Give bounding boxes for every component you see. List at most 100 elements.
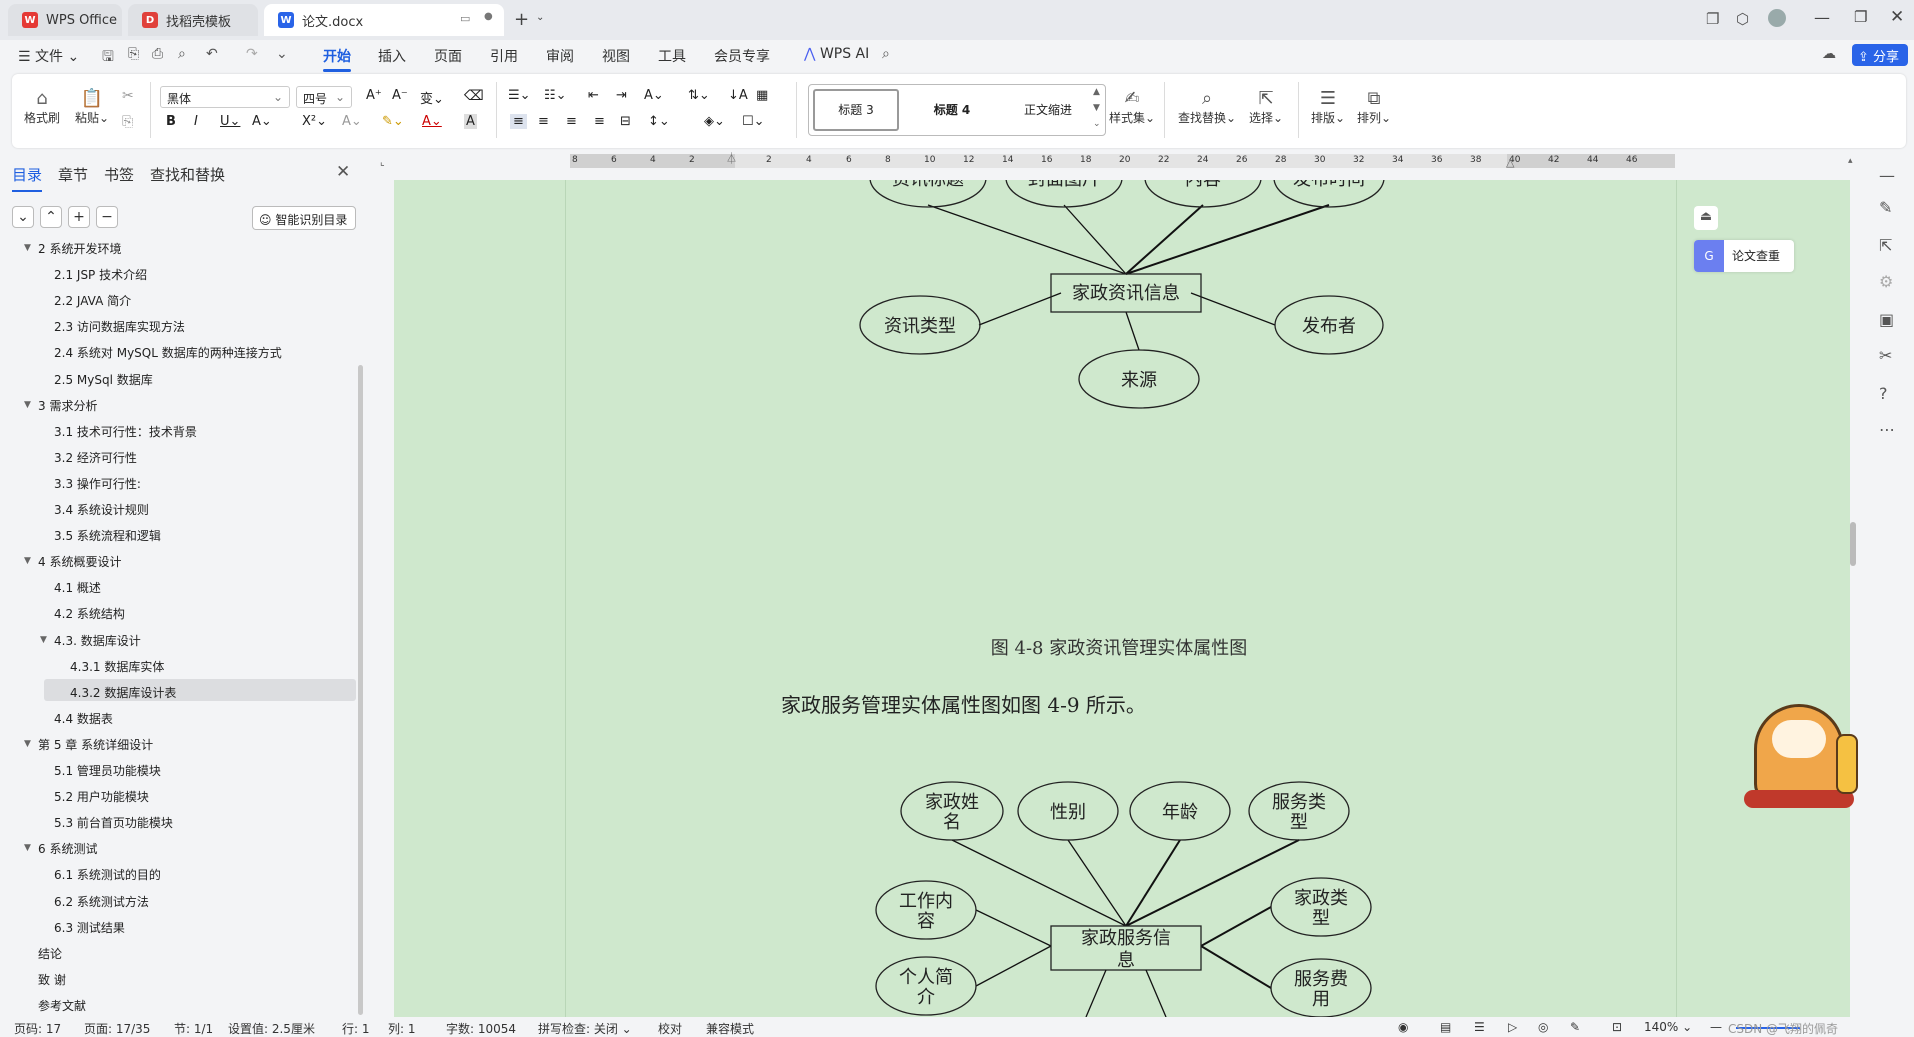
toc-item[interactable]: 6.2 系统测试方法 [54,893,149,910]
shrink-font-icon[interactable]: A⁻ [392,88,408,103]
more-icon[interactable]: ⌄ [276,46,288,62]
doc-scrollbar[interactable] [1850,522,1856,566]
write-icon[interactable]: ✎ [1570,1020,1580,1034]
toc-item[interactable]: 3.5 系统流程和逻辑 [54,527,161,544]
horizontal-ruler[interactable]: 8 6 4 2 2 4 6 8 10 12 14 16 18 20 22 24 26 28 30 32 34 36 38 40… [570,152,1675,169]
style-heading4[interactable]: 标题 4 [909,89,995,131]
toc-expand-icon[interactable]: ▼ [24,843,31,853]
export-icon[interactable]: ⎘ [128,46,139,62]
close-tab-icon[interactable]: ● [484,11,493,22]
paper-check-button[interactable]: G 论文查重 [1694,240,1794,272]
save-icon[interactable]: 🖫 [102,46,114,70]
italic-icon[interactable]: I [194,114,198,129]
status-words[interactable]: 字数: 10054 [446,1020,516,1037]
play-icon[interactable]: ▷ [1508,1020,1517,1034]
status-page[interactable]: 页码: 17 [14,1020,61,1037]
page-view-icon[interactable]: ▤ [1440,1020,1451,1034]
paste-button[interactable]: 📋 粘贴⌄ [74,88,110,126]
arrange-button[interactable]: ⧉ 排列⌄ [1354,88,1394,126]
find-replace-button[interactable]: ⌕ 查找替换⌄ [1176,88,1238,126]
sort-icon[interactable]: ⇅⌄ [688,88,710,103]
monitor-icon[interactable]: ▭ [460,12,470,25]
redo-icon[interactable]: ↷ [246,46,258,62]
menu-tools[interactable]: 工具 [658,46,686,66]
number-list-icon[interactable]: ☷⌄ [544,88,567,103]
toc-item[interactable]: 4.2 系统结构 [54,605,125,622]
toc-item[interactable]: 3 需求分析 [38,397,97,414]
pen-icon[interactable]: ✎ [1879,198,1892,217]
gallery-icon[interactable]: ▣ [1879,310,1894,329]
toc-item[interactable]: 第 5 章 系统详细设计 [38,736,153,753]
status-proof[interactable]: 校对 [658,1020,682,1037]
copy-icon[interactable]: ⎘ [122,114,133,130]
font-size-select[interactable]: 四号 ⌄ [296,86,352,108]
nav-tab-chapters[interactable]: 章节 [58,164,88,185]
toc-item[interactable]: 6 系统测试 [38,840,97,857]
status-spell[interactable]: 拼写检查: 关闭 ⌄ [538,1020,632,1037]
cube-icon[interactable]: ⬡ [1736,10,1749,28]
toc-item[interactable]: 4.3.2 数据库设计表 [70,684,176,701]
align-left-icon[interactable]: ≡ [510,114,527,129]
nav-tab-bookmarks[interactable]: 书签 [104,164,134,185]
toc-item[interactable]: 5.2 用户功能模块 [54,788,149,805]
toc-item[interactable]: 2 系统开发环境 [38,240,121,257]
style-scroll-down-icon[interactable]: ▼ [1093,103,1100,113]
help-icon[interactable]: ? [1879,384,1888,403]
status-pages[interactable]: 页面: 17/35 [84,1020,150,1037]
toc-item[interactable]: 2.3 访问数据库实现方法 [54,318,185,335]
format-painter-button[interactable]: ⌂ 格式刷 [24,88,60,126]
toc-expand-icon[interactable]: ▼ [24,556,31,566]
restore-icon[interactable]: ❐ [1854,8,1867,26]
file-menu[interactable]: ☰ 文件 ⌄ [18,46,79,66]
bold-icon[interactable]: B [166,114,176,129]
chevron-down-icon[interactable]: ⌄ [536,12,544,23]
style-body-indent[interactable]: 正文缩进 [1005,89,1091,131]
sort-az-icon[interactable]: ↓A [728,88,748,103]
cloud-icon[interactable]: ☁ [1822,46,1836,62]
select-button[interactable]: ⇱ 选择⌄ [1244,88,1288,126]
toc-expand-icon[interactable]: ▼ [24,243,31,253]
tiger-mascot[interactable] [1744,694,1862,816]
toc-item[interactable]: 4.4 数据表 [54,710,113,727]
preview-icon[interactable]: ⌕ [178,46,186,62]
status-section[interactable]: 节: 1/1 [174,1020,213,1037]
text-effect-icon[interactable]: A⌄ [342,114,362,129]
underline-icon[interactable]: U⌄ [220,114,240,129]
avatar[interactable] [1768,9,1786,27]
font-color-icon[interactable]: A⌄ [422,114,442,129]
align-right-icon[interactable]: ≡ [566,114,577,129]
nav-tab-toc[interactable]: 目录 [12,164,43,192]
pointer-icon[interactable]: ⇱ [1879,236,1892,255]
menu-page[interactable]: 页面 [434,46,462,66]
toc-item[interactable]: 3.2 经济可行性 [54,449,137,466]
tools-icon[interactable]: ✂ [1879,346,1892,365]
close-window-icon[interactable]: ✕ [1890,7,1904,27]
remove-heading-button[interactable]: − [96,206,118,228]
add-heading-button[interactable]: + [68,206,90,228]
toc-item[interactable]: 4.3.1 数据库实体 [70,658,164,675]
tab-stop-icon[interactable]: ⌞ [380,157,385,168]
menu-review[interactable]: 审阅 [546,46,574,66]
style-heading3[interactable]: 标题 3 [813,89,899,131]
show-marks-icon[interactable]: ▦ [756,88,768,103]
align-center-icon[interactable]: ≡ [538,114,549,129]
menu-view[interactable]: 视图 [602,46,630,66]
justify-icon[interactable]: ≡ [594,114,605,129]
minus-icon[interactable]: — [1879,166,1895,185]
style-scroll-up-icon[interactable]: ▲ [1093,87,1100,97]
toc-item[interactable]: 3.3 操作可行性: [54,475,141,492]
bullet-list-icon[interactable]: ☰⌄ [508,88,531,103]
distribute-icon[interactable]: ⊟ [620,114,631,129]
collapse-float-icon[interactable]: ⏏ [1694,206,1718,230]
style-more-icon[interactable]: ⌄ [1093,119,1101,129]
toc-item[interactable]: 4.3. 数据库设计 [54,632,141,649]
new-tab-icon[interactable]: + [514,9,529,30]
right-indent-marker[interactable]: △ [1506,156,1514,169]
toc-expand-icon[interactable]: ▼ [40,635,47,645]
toc-item[interactable]: 2.5 MySql 数据库 [54,371,153,388]
style-set-button[interactable]: ✍ 样式集⌄ [1104,88,1160,126]
search-icon[interactable]: ⌕ [882,46,890,62]
toc-item[interactable]: 6.1 系统测试的目的 [54,866,161,883]
toc-item[interactable]: 5.3 前台首页功能模块 [54,814,173,831]
toc-item[interactable]: 2.4 系统对 MySQL 数据库的两种连接方式 [54,344,282,361]
